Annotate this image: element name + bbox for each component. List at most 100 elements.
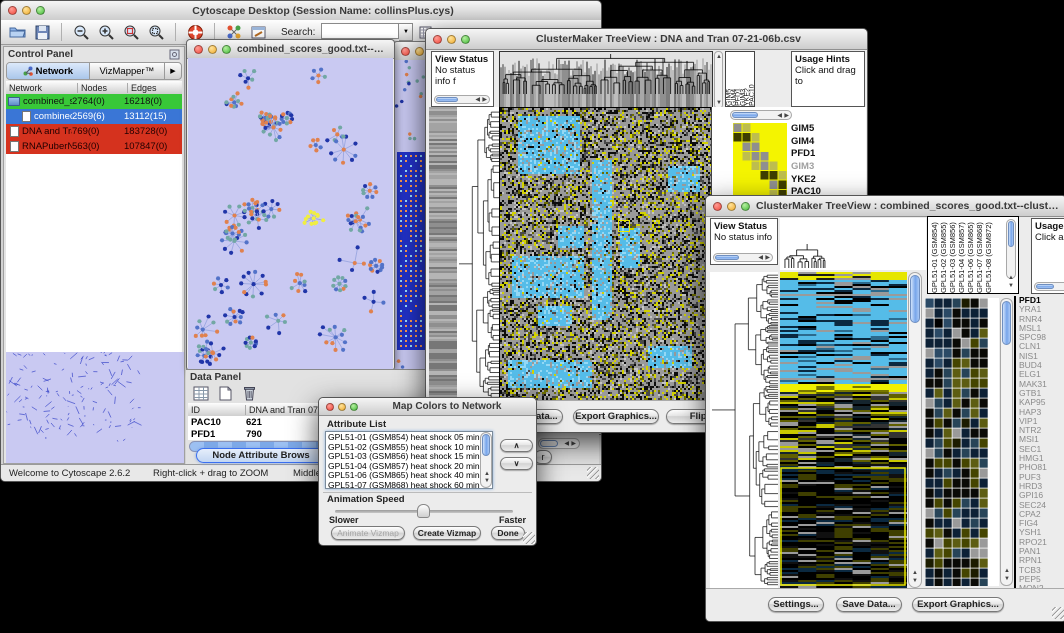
zoom-button[interactable] [222, 45, 231, 54]
treeview2-title: ClusterMaker TreeView : combined_scores_… [750, 200, 1064, 212]
close-button[interactable] [326, 403, 334, 411]
zoom-button[interactable] [461, 35, 470, 44]
minimize-button[interactable] [727, 202, 736, 211]
close-button[interactable] [8, 6, 17, 15]
close-button[interactable] [401, 47, 410, 56]
network-view-canvas[interactable] [188, 58, 393, 369]
network-row[interactable]: RNAPuberNov2+ 563(0) 107847(0) [6, 139, 182, 154]
gene-label[interactable]: YKE2 [791, 174, 851, 187]
column-dendrogram-canvas[interactable] [499, 51, 713, 109]
row-dendrogram-canvas[interactable] [710, 272, 778, 588]
attribute-item[interactable]: GPL51-07 (GSM868) heat shock 60 min [328, 481, 490, 490]
animate-vizmap-button[interactable]: Animate Vizmap [331, 526, 405, 540]
tab-vizmapper-label: VizMapper™ [99, 66, 154, 77]
usage-hints-scrollbar[interactable] [1034, 282, 1064, 291]
resize-grip[interactable] [1052, 607, 1064, 619]
dialog-title-bar[interactable]: Map Colors to Network [319, 398, 536, 416]
zoom-button[interactable] [350, 403, 358, 411]
speed-slider-thumb[interactable] [417, 504, 430, 518]
attribute-item[interactable]: GPL51-02 (GSM855) heat shock 10 min [328, 443, 490, 453]
map-colors-dialog: Map Colors to Network Attribute List GPL… [318, 397, 537, 546]
slider-max-label: Faster [499, 515, 526, 525]
network-row[interactable]: combined_scores 2764(0) 16218(0) [6, 94, 182, 109]
minimize-button[interactable] [447, 35, 456, 44]
tab-vizmapper[interactable]: VizMapper™ [90, 63, 165, 79]
minimize-button[interactable] [208, 45, 217, 54]
minimize-button[interactable] [22, 6, 31, 15]
gene-label[interactable]: GIM4 [791, 136, 851, 149]
main-title-bar[interactable]: Cytoscape Desktop (Session Name: collins… [1, 1, 601, 21]
zoom-out-icon[interactable] [70, 22, 92, 42]
settings-button[interactable]: Settings... [768, 597, 824, 612]
mini-scrollbar[interactable]: ◀▶ [538, 438, 580, 449]
trash-icon[interactable] [238, 383, 260, 403]
selected-cluster-heatmap-canvas[interactable] [925, 298, 999, 586]
save-data-button[interactable]: Save Data... [836, 597, 902, 612]
column-dendrogram-canvas[interactable] [780, 218, 926, 270]
control-panel-tabs: Network VizMapper™ ▶ [6, 62, 182, 80]
attribute-item[interactable]: GPL51-01 (GSM854) heat shock 05 min [328, 433, 490, 443]
close-button[interactable] [433, 35, 442, 44]
column-label: PAC10 [749, 52, 754, 106]
network-row[interactable]: DNA and Tran 07 769(0) 183728(0) [6, 124, 182, 139]
treeview1-title-bar[interactable]: ClusterMaker TreeView : DNA and Tran 07-… [426, 29, 867, 50]
minimize-button[interactable] [415, 47, 424, 56]
resize-grip[interactable] [523, 532, 535, 544]
node-attribute-browser-tab[interactable]: Node Attribute Brows [196, 448, 326, 463]
tab-network[interactable]: Network [7, 63, 90, 79]
close-button[interactable] [194, 45, 203, 54]
main-heatmap-canvas[interactable] [780, 272, 907, 588]
move-up-button[interactable]: ∧ [500, 439, 533, 452]
data-col-id[interactable]: ID [188, 405, 246, 415]
new-document-icon[interactable] [214, 383, 236, 403]
done-button[interactable]: Done [491, 526, 525, 540]
gene-label[interactable]: GIM5 [791, 123, 851, 136]
network-row[interactable]: combined_sco 2569(6) 13112(15) [6, 109, 182, 124]
attribute-listbox[interactable]: GPL51-01 (GSM854) heat shock 05 minGPL51… [325, 431, 493, 489]
attribute-item[interactable]: GPL51-06 (GSM865) heat shock 40 min [328, 471, 490, 481]
view-status-scrollbar[interactable]: ◀▶ [434, 95, 490, 104]
view-status-scrollbar[interactable]: ◀▶ [713, 253, 773, 262]
attribute-item[interactable]: GPL51-03 (GSM856) heat shock 15 min [328, 452, 490, 462]
open-folder-icon[interactable] [6, 22, 28, 42]
main-heatmap-canvas[interactable] [499, 107, 712, 402]
gene-label[interactable]: GIM3 [791, 161, 851, 174]
heatmap-vscrollbar[interactable]: ▲▼ [908, 272, 922, 588]
float-panel-icon[interactable] [169, 49, 180, 60]
treeview2-title-bar[interactable]: ClusterMaker TreeView : combined_scores_… [706, 196, 1064, 217]
export-graphics-button[interactable]: Export Graphics... [912, 597, 1004, 612]
labels-vscrollbar[interactable] [1006, 219, 1016, 279]
network-nodes-count: 2569(6) [72, 111, 124, 122]
create-vizmap-button[interactable]: Create Vizmap [413, 526, 481, 540]
selected-cluster-heatmap-canvas[interactable] [733, 123, 787, 199]
toolbar-separator [175, 23, 176, 41]
zoom-button[interactable] [36, 6, 45, 15]
close-button[interactable] [713, 202, 722, 211]
zoom-fit-icon[interactable] [145, 22, 167, 42]
resize-grip[interactable] [587, 467, 599, 479]
minimize-button[interactable] [338, 403, 346, 411]
zoom-in-icon[interactable] [95, 22, 117, 42]
cluster-vscrollbar[interactable]: ▲▼ [1000, 298, 1013, 586]
network-overview-canvas[interactable] [6, 352, 184, 463]
listbox-scrollbar[interactable]: ▲▼ [480, 432, 492, 488]
column-label: GPL51-06 (GSM865) [966, 217, 975, 293]
zoom-button[interactable] [741, 202, 750, 211]
export-graphics-button[interactable]: Export Graphics... [573, 409, 659, 424]
zoom-panel-scrollbar[interactable]: ◀▶ [730, 110, 792, 120]
col-nodes[interactable]: Nodes [78, 83, 128, 93]
move-down-button[interactable]: ∨ [500, 457, 533, 470]
tab-overflow-button[interactable]: ▶ [165, 63, 181, 79]
search-input[interactable] [321, 23, 399, 39]
gene-label[interactable]: PFD1 [791, 148, 851, 161]
table-icon[interactable] [190, 383, 212, 403]
search-dropdown-button[interactable]: ▼ [399, 23, 413, 41]
network-window-1-title-bar[interactable]: combined_scores_good.txt--cluste... [187, 40, 394, 59]
row-dendrogram-canvas[interactable] [429, 107, 499, 401]
zoom-selected-icon[interactable] [120, 22, 142, 42]
attribute-item[interactable]: GPL51-04 (GSM857) heat shock 20 min [328, 462, 490, 472]
dendrogram-vscrollbar[interactable]: ▲▼ [714, 51, 723, 109]
col-edges[interactable]: Edges [128, 83, 182, 93]
col-network[interactable]: Network [6, 83, 78, 93]
save-icon[interactable] [31, 22, 53, 42]
